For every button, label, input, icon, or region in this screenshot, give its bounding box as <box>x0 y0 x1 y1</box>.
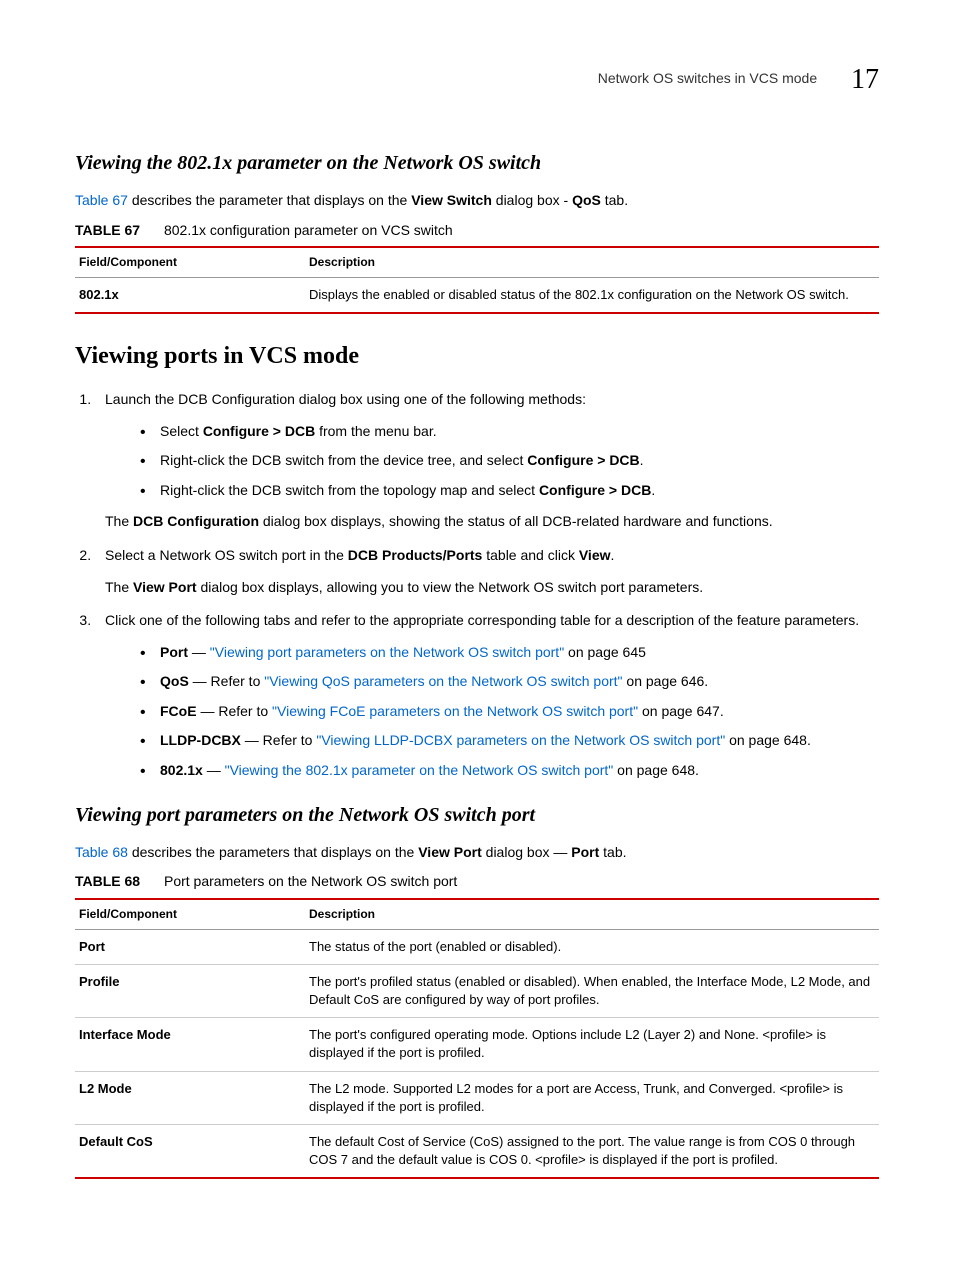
table-row: PortThe status of the port (enabled or d… <box>75 929 879 964</box>
table68-header-field: Field/Component <box>75 899 305 929</box>
section2-heading: Viewing ports in VCS mode <box>75 340 879 374</box>
qos-link[interactable]: "Viewing QoS parameters on the Network O… <box>264 673 622 689</box>
step3: Click one of the following tabs and refe… <box>95 611 879 781</box>
list-item: LLDP-DCBX — Refer to "Viewing LLDP-DCBX … <box>140 731 879 751</box>
page-header: Network OS switches in VCS mode 17 <box>75 60 879 99</box>
lldp-link[interactable]: "Viewing LLDP-DCBX parameters on the Net… <box>316 732 725 748</box>
table68-title: TABLE 68 Port parameters on the Network … <box>75 872 879 892</box>
list-item: QoS — Refer to "Viewing QoS parameters o… <box>140 672 879 692</box>
table68-link[interactable]: Table 68 <box>75 844 128 860</box>
desc-cell: The port's configured operating mode. Op… <box>305 1018 879 1071</box>
port-link[interactable]: "Viewing port parameters on the Network … <box>210 644 564 660</box>
desc-cell: The L2 mode. Supported L2 modes for a po… <box>305 1071 879 1124</box>
table-row: 802.1x Displays the enabled or disabled … <box>75 278 879 314</box>
table67-header-desc: Description <box>305 247 879 277</box>
field-cell: Default CoS <box>75 1124 305 1178</box>
table-row: Interface ModeThe port's configured oper… <box>75 1018 879 1071</box>
fcoe-link[interactable]: "Viewing FCoE parameters on the Network … <box>272 703 638 719</box>
list-item: Right-click the DCB switch from the topo… <box>140 481 879 501</box>
section1-intro: Table 67 describes the parameter that di… <box>75 191 879 211</box>
table68: Field/Component Description PortThe stat… <box>75 898 879 1179</box>
list-item: Select Configure > DCB from the menu bar… <box>140 422 879 442</box>
table68-header-desc: Description <box>305 899 879 929</box>
step1-bullets: Select Configure > DCB from the menu bar… <box>140 422 879 501</box>
desc-cell: The status of the port (enabled or disab… <box>305 929 879 964</box>
table67-link[interactable]: Table 67 <box>75 192 128 208</box>
field-cell: Interface Mode <box>75 1018 305 1071</box>
table-row: ProfileThe port's profiled status (enabl… <box>75 964 879 1017</box>
steps-list: Launch the DCB Configuration dialog box … <box>95 390 879 781</box>
list-item: FCoE — Refer to "Viewing FCoE parameters… <box>140 702 879 722</box>
field-cell: Profile <box>75 964 305 1017</box>
desc-cell: The default Cost of Service (CoS) assign… <box>305 1124 879 1178</box>
table67-header-field: Field/Component <box>75 247 305 277</box>
table67: Field/Component Description 802.1x Displ… <box>75 246 879 314</box>
table-row: Default CoSThe default Cost of Service (… <box>75 1124 879 1178</box>
8021x-link[interactable]: "Viewing the 802.1x parameter on the Net… <box>225 762 614 778</box>
header-title: Network OS switches in VCS mode <box>598 70 817 86</box>
list-item: 802.1x — "Viewing the 802.1x parameter o… <box>140 761 879 781</box>
step2: Select a Network OS switch port in the D… <box>95 546 879 597</box>
field-cell: Port <box>75 929 305 964</box>
section3-intro: Table 68 describes the parameters that d… <box>75 843 879 863</box>
step2-note: The View Port dialog box displays, allow… <box>105 578 879 598</box>
step1-note: The DCB Configuration dialog box display… <box>105 512 879 532</box>
table-row: L2 ModeThe L2 mode. Supported L2 modes f… <box>75 1071 879 1124</box>
list-item: Right-click the DCB switch from the devi… <box>140 451 879 471</box>
list-item: Port — "Viewing port parameters on the N… <box>140 643 879 663</box>
chapter-number: 17 <box>851 64 879 95</box>
section3-heading: Viewing port parameters on the Network O… <box>75 801 879 829</box>
table67-title: TABLE 67 802.1x configuration parameter … <box>75 221 879 241</box>
field-cell: L2 Mode <box>75 1071 305 1124</box>
step3-bullets: Port — "Viewing port parameters on the N… <box>140 643 879 781</box>
desc-cell: The port's profiled status (enabled or d… <box>305 964 879 1017</box>
step1: Launch the DCB Configuration dialog box … <box>95 390 879 532</box>
section1-heading: Viewing the 802.1x parameter on the Netw… <box>75 149 879 177</box>
